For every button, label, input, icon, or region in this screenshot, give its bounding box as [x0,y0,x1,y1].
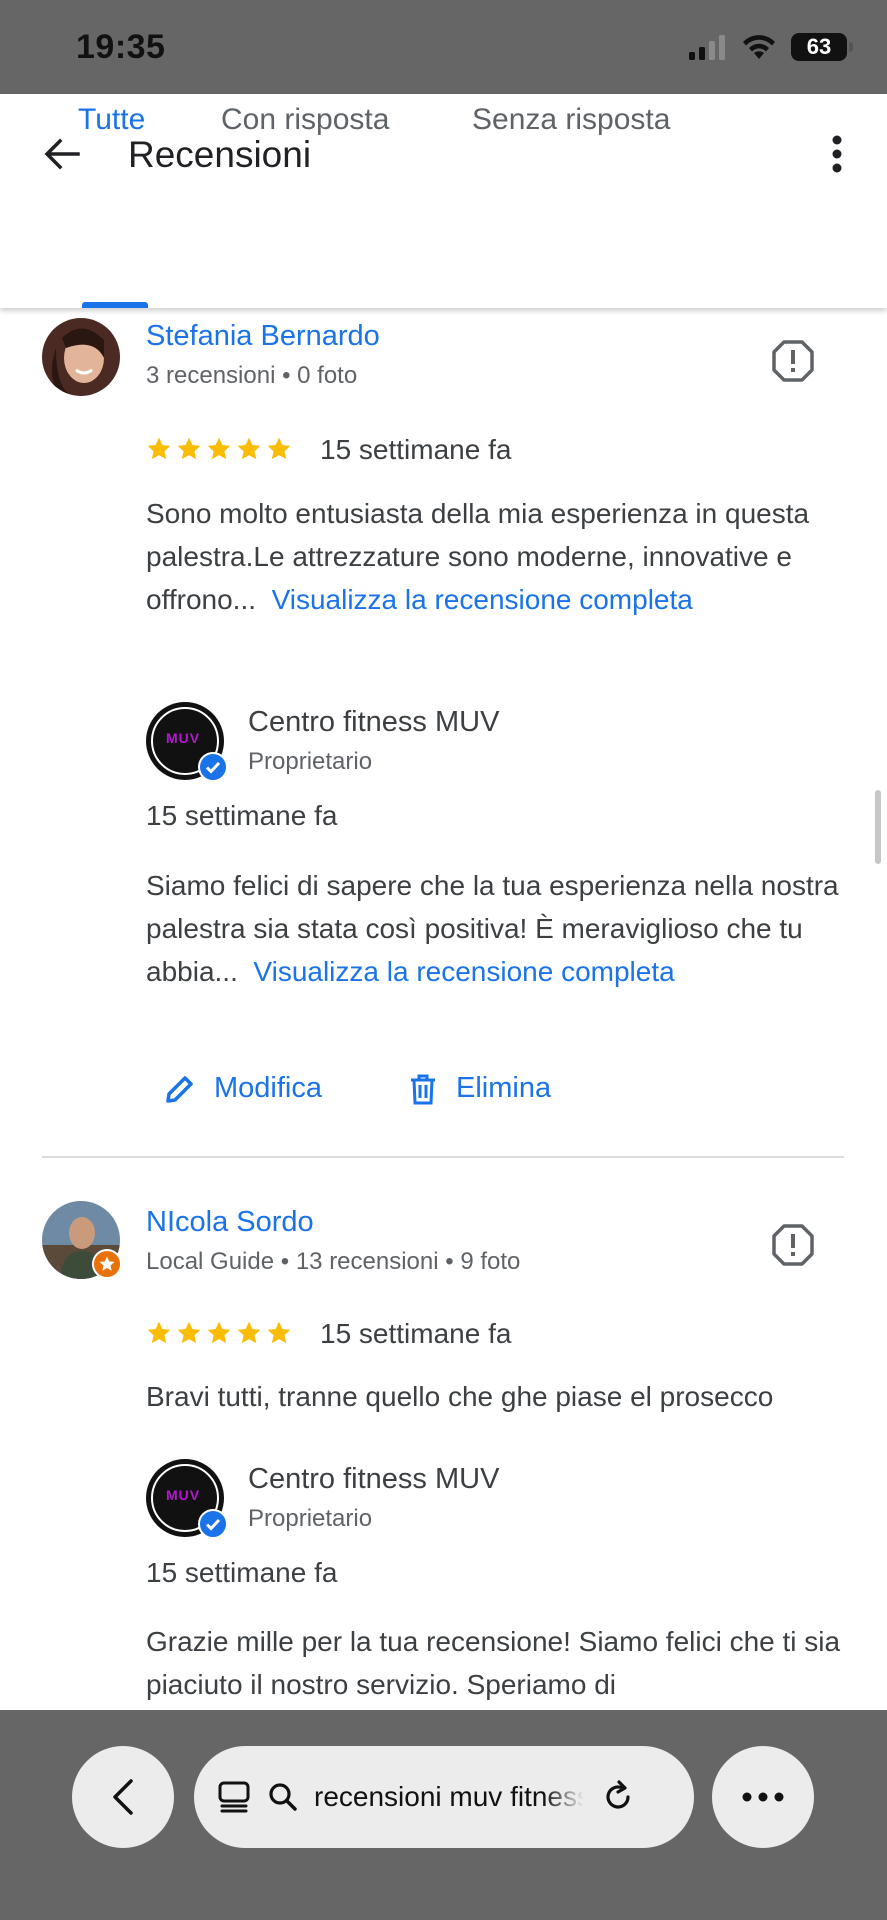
tab-tutte[interactable]: Tutte [78,94,145,168]
app-bar: Recensioni Tutte Con risposta Senza risp… [0,94,887,308]
pencil-icon [166,1075,193,1103]
edit-reply-button[interactable]: Modifica [146,1068,340,1109]
review-divider [42,1156,844,1158]
star-rating [146,1320,292,1346]
owner-name: Centro fitness MUV [248,706,500,738]
browser-back-button[interactable] [72,1746,174,1848]
owner-logo-text: MUV [166,1487,201,1503]
reviewer-name[interactable]: NIcola Sordo [146,1206,314,1239]
owner-role: Proprietario [248,748,373,775]
reviewer-meta: Local Guide • 13 recensioni • 9 foto [146,1248,521,1275]
star-icon [147,437,171,460]
scrollbar[interactable] [875,790,881,864]
owner-role: Proprietario [248,1505,373,1532]
review-date: 15 settimane fa [320,434,512,465]
delete-reply-button[interactable]: Elimina [390,1068,569,1109]
report-icon[interactable] [770,1222,816,1268]
arrow-left-icon [44,138,80,170]
review-date: 15 settimane fa [320,1318,512,1349]
verified-badge-icon [198,1509,228,1539]
star-icon [237,437,261,460]
reply-text: Siamo felici di sapere che la tua esperi… [146,864,851,993]
reply-date: 15 settimane fa [146,1557,338,1588]
review-text: Bravi tutti, tranne quello che ghe piase… [146,1381,774,1412]
reload-icon[interactable] [600,1779,636,1815]
verified-badge-icon [198,752,228,782]
owner-logo: MUV [146,1459,228,1539]
read-full-review-link[interactable]: Visualizza la recensione completa [272,584,693,615]
reviewer-name[interactable]: Stefania Bernardo [146,320,380,353]
star-icon [267,437,291,460]
chevron-left-icon [113,1779,133,1815]
cellular-signal-icon [689,35,725,60]
address-bar[interactable]: recensioni muv fitness [194,1746,694,1848]
star-icon [207,437,231,460]
user-photo-icon [42,318,120,396]
trash-icon [411,1074,435,1104]
star-icon [147,1321,171,1344]
reply-text: Grazie mille per la tua recensione! Siam… [146,1626,841,1700]
star-icon [207,1321,231,1344]
more-options-button[interactable] [817,126,857,182]
status-bar: 19:35 63 [0,0,887,94]
delete-label: Elimina [456,1072,552,1104]
read-full-reply-link[interactable]: Visualizza la recensione completa [253,956,674,987]
star-icon [267,1321,291,1344]
reply-date: 15 settimane fa [146,800,338,831]
edit-label: Modifica [214,1072,322,1104]
battery-indicator: 63 [791,33,853,61]
active-tab-indicator [82,302,148,308]
address-bar-text: recensioni muv fitness [314,1781,584,1812]
status-time: 19:35 [76,28,166,66]
owner-logo-text: MUV [166,730,201,746]
reviews-list[interactable]: Stefania Bernardo 3 recensioni • 0 foto … [0,308,887,1710]
more-horiz-icon [742,1792,784,1802]
owner-name: Centro fitness MUV [248,1463,500,1495]
wifi-icon [743,35,775,59]
review-text: Sono molto entusiasta della mia esperien… [146,492,851,621]
star-icon [177,1321,201,1344]
more-vert-icon [832,135,842,173]
tab-senza-risposta[interactable]: Senza risposta [472,94,670,168]
star-icon [237,1321,261,1344]
report-icon[interactable] [770,338,816,384]
star-icon [177,437,201,460]
owner-logo: MUV [146,702,228,782]
status-icons: 63 [687,30,853,64]
reviewer-meta: 3 recensioni • 0 foto [146,362,358,389]
tabs-overview-icon[interactable] [216,1779,252,1815]
reply-actions: Modifica Elimina [146,1068,569,1109]
local-guide-badge-icon [92,1249,122,1279]
browser-toolbar: recensioni muv fitness [0,1710,887,1920]
avatar[interactable] [42,318,120,396]
search-icon [269,1783,297,1811]
browser-menu-button[interactable] [712,1746,814,1848]
tab-con-risposta[interactable]: Con risposta [221,94,389,168]
star-rating [146,436,292,462]
